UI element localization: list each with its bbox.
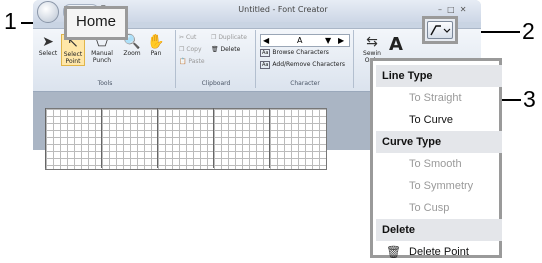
canvas-major-grid — [45, 108, 325, 168]
select-tool[interactable]: ➤ Select — [37, 34, 59, 57]
point-type-menu: Line Type To Straight To Curve Curve Typ… — [370, 58, 502, 259]
arrow-cursor-icon: ➤ — [42, 34, 54, 50]
window-title: Untitled - Font Creator — [238, 5, 328, 14]
hand-icon: ✋ — [147, 34, 165, 50]
delete-button[interactable]: 🗑 Delete — [211, 46, 240, 53]
curve-line-icon — [430, 25, 451, 36]
clipboard-group: ✂ Cut ❐ Duplicate ❐ Copy 🗑 Delete 📋 Past… — [177, 30, 256, 88]
window-controls[interactable]: – □ ✕ — [438, 5, 466, 14]
prev-character-icon[interactable]: ◀ — [263, 35, 269, 46]
copy-button[interactable]: ❐ Copy — [179, 46, 202, 53]
delete-point-icon: 🗑 — [386, 245, 402, 259]
application-button[interactable] — [37, 1, 59, 23]
pan-tool-label: Pan — [150, 50, 162, 57]
font-icon[interactable]: A — [389, 34, 403, 55]
line-type-header: Line Type — [376, 65, 502, 87]
select-tool-label: Select — [38, 50, 58, 57]
scissors-icon: ✂ — [179, 34, 185, 41]
delete-point-item[interactable]: 🗑 Delete Point — [376, 241, 502, 263]
select-point-tool-label: Select Point — [63, 51, 83, 65]
delete-header: Delete — [376, 219, 502, 241]
character-dropdown-icon[interactable]: ▼ — [325, 35, 331, 46]
copy-icon: ❐ — [179, 46, 185, 53]
character-group-label: Character — [290, 80, 320, 87]
to-curve-item[interactable]: To Curve — [376, 109, 502, 131]
callout-2-label: 2 — [522, 18, 535, 44]
to-symmetry-item[interactable]: To Symmetry — [376, 175, 502, 197]
point-type-button[interactable] — [427, 21, 453, 39]
add-remove-icon: Aa — [260, 61, 271, 69]
clipboard-icon: 📋 — [179, 58, 187, 65]
add-remove-characters-label: Add/Remove Characters — [272, 61, 346, 68]
copy-label: Copy — [186, 46, 202, 53]
home-tab-label: Home — [75, 13, 116, 30]
delete-point-label: Delete Point — [409, 246, 469, 258]
duplicate-icon: ❐ — [211, 34, 217, 41]
duplicate-label: Duplicate — [218, 34, 247, 41]
manual-punch-tool-label: Manual Punch — [91, 50, 113, 64]
character-group: ◀ A ▼ ▶ Aa Browse Characters Aa Add/Remo… — [257, 30, 354, 88]
paste-label: Paste — [188, 58, 205, 65]
tools-group-label: Tools — [97, 80, 113, 87]
to-straight-item[interactable]: To Straight — [376, 87, 502, 109]
paste-button[interactable]: 📋 Paste — [179, 58, 205, 65]
browse-characters-button[interactable]: Aa Browse Characters — [260, 49, 329, 57]
browse-characters-label: Browse Characters — [272, 49, 329, 56]
current-character: A — [297, 36, 303, 45]
sewing-order-icon: ⇆ — [366, 34, 378, 50]
trash-icon: 🗑 — [211, 46, 219, 53]
callout-3-line — [502, 99, 521, 101]
zoom-tool-label: Zoom — [123, 50, 141, 57]
cut-button[interactable]: ✂ Cut — [179, 34, 196, 41]
callout-1-label: 1 — [4, 8, 17, 34]
curve-type-header: Curve Type — [376, 131, 502, 153]
to-smooth-item[interactable]: To Smooth — [376, 153, 502, 175]
delete-label: Delete — [220, 46, 241, 53]
browse-icon: Aa — [260, 49, 271, 57]
next-character-icon[interactable]: ▶ — [338, 35, 344, 46]
callout-3-label: 3 — [523, 86, 536, 112]
to-cusp-item[interactable]: To Cusp — [376, 197, 502, 219]
pan-tool[interactable]: ✋ Pan — [145, 34, 167, 57]
clipboard-group-label: Clipboard — [201, 80, 231, 87]
character-selector[interactable]: ◀ A ▼ ▶ — [260, 34, 350, 47]
duplicate-button[interactable]: ❐ Duplicate — [211, 34, 247, 41]
cut-label: Cut — [185, 34, 197, 41]
add-remove-characters-button[interactable]: Aa Add/Remove Characters — [260, 61, 346, 69]
